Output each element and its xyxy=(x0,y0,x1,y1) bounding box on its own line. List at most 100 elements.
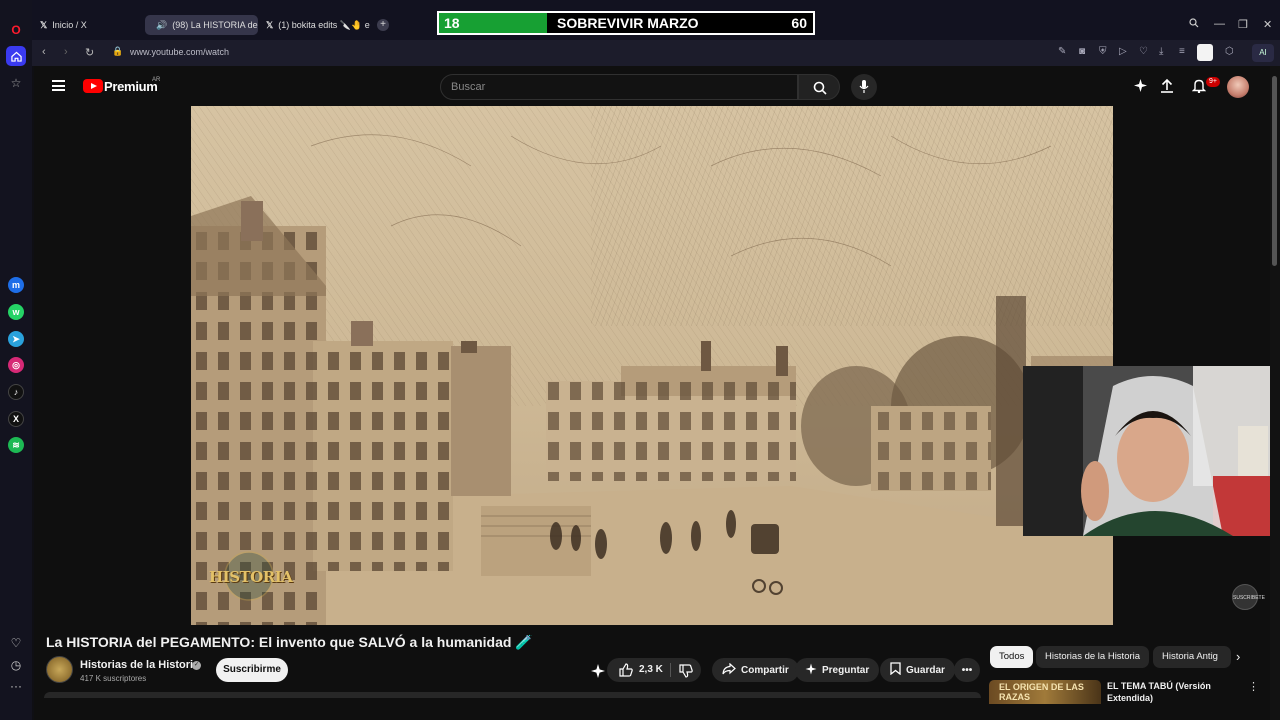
more-actions-button[interactable]: ••• xyxy=(954,658,980,682)
more-vertical-icon[interactable]: ⋮ xyxy=(1248,680,1259,693)
chip-historia-antigua[interactable]: Historia Antig xyxy=(1153,646,1231,668)
home-icon[interactable] xyxy=(6,46,26,66)
shield-icon[interactable]: ⛨ xyxy=(1099,46,1107,57)
share-label: Compartir xyxy=(741,664,789,676)
page-scrollbar[interactable] xyxy=(1270,66,1280,720)
search-input[interactable]: Buscar xyxy=(440,74,798,100)
tab-x-home[interactable]: 𝕏 Inicio / X xyxy=(34,15,139,35)
chip-channel[interactable]: Historias de la Historia xyxy=(1036,646,1150,668)
upload-icon[interactable] xyxy=(1160,78,1174,98)
country-code: AR xyxy=(152,77,161,83)
score-left: 18 xyxy=(444,15,460,31)
close-icon[interactable]: ✕ xyxy=(1263,18,1272,31)
tab-youtube-video[interactable]: 🔊 (98) La HISTORIA del PEGAMENTO xyxy=(145,15,258,35)
chevron-right-icon[interactable]: › xyxy=(1236,649,1240,664)
like-dislike-group: 2,3 K xyxy=(607,658,701,682)
ask-button[interactable]: Preguntar xyxy=(795,658,880,682)
send-icon[interactable]: ▷ xyxy=(1119,46,1127,57)
lock-icon: 🔒 xyxy=(112,46,124,56)
notifications-bell-icon[interactable] xyxy=(1191,78,1207,98)
reload-icon[interactable]: ↻ xyxy=(85,46,94,59)
forward-icon[interactable]: › xyxy=(64,46,68,58)
speaker-icon[interactable]: 🔊 xyxy=(156,20,167,31)
whatsapp-icon[interactable]: w xyxy=(8,304,24,320)
webcam-overlay xyxy=(1023,366,1280,536)
search-button[interactable] xyxy=(798,74,840,100)
recommendation-title[interactable]: EL TEMA TABÚ (Versión Extendida) xyxy=(1107,680,1237,704)
ai-sparkle-icon[interactable] xyxy=(590,663,606,684)
description-box[interactable] xyxy=(44,692,981,698)
opera-logo-icon[interactable]: O xyxy=(6,20,26,40)
more-horizontal-icon: ••• xyxy=(961,664,973,676)
like-count[interactable]: 2,3 K xyxy=(639,664,663,675)
dislike-icon[interactable] xyxy=(679,664,693,683)
cube-icon[interactable]: ⬡ xyxy=(1225,46,1234,57)
score-overlay: 18 SOBREVIVIR MARZO 60 xyxy=(437,11,815,35)
save-button[interactable]: Guardar xyxy=(880,658,955,682)
subscribe-button[interactable]: Suscribirme xyxy=(216,658,288,682)
heart-outline-icon[interactable]: ♡ xyxy=(1139,46,1148,57)
new-tab-button[interactable]: + xyxy=(377,19,389,31)
messenger-icon[interactable]: m xyxy=(8,277,24,293)
share-icon xyxy=(722,662,736,678)
url-field[interactable]: www.youtube.com/watch xyxy=(130,47,229,57)
youtube-logo-icon[interactable] xyxy=(83,79,103,93)
tiktok-icon[interactable]: ♪ xyxy=(8,384,24,400)
channel-name[interactable]: Historias de la Historia xyxy=(80,659,199,671)
bookmark-icon xyxy=(890,662,901,678)
more-icon[interactable]: ··· xyxy=(6,676,26,696)
tab-label: Inicio / X xyxy=(52,20,87,30)
restore-icon[interactable]: ❐ xyxy=(1238,18,1248,31)
screen: O ☆ m w ➤ ◎ ♪ X ≋ ♡ ◷ ··· 𝕏 Inicio / X 🔊… xyxy=(0,0,1280,720)
address-bar: ‹ › ↻ 🔒 www.youtube.com/watch ✎ ◙ ⛨ ▷ ♡ … xyxy=(32,40,1280,66)
youtube-header: Premium AR Buscar 9+ xyxy=(34,66,1270,106)
telegram-icon[interactable]: ➤ xyxy=(8,331,24,347)
profile-extension-icon[interactable] xyxy=(1197,44,1213,61)
scrollbar-thumb[interactable] xyxy=(1272,76,1277,266)
video-title: La HISTORIA del PEGAMENTO: El invento qu… xyxy=(46,634,533,650)
sparkle-icon xyxy=(805,663,817,678)
tab-x-bokita[interactable]: 𝕏 (1) bokita edits 🔪🤚 en X xyxy=(260,15,370,35)
back-icon[interactable]: ‹ xyxy=(42,46,46,58)
edit-icon[interactable]: ✎ xyxy=(1058,46,1066,57)
search-tabs-icon[interactable] xyxy=(1189,18,1199,31)
x-logo-icon: 𝕏 xyxy=(40,19,48,30)
menu-lines-icon[interactable]: ≡ xyxy=(1179,46,1185,57)
ask-label: Preguntar xyxy=(822,664,870,676)
youtube-premium-label[interactable]: Premium xyxy=(104,79,158,94)
subscribe-badge-icon: SUSCRIBETE xyxy=(1232,584,1265,610)
video-frame[interactable]: HISTORIA xyxy=(191,106,1113,625)
score-title: SOBREVIVIR MARZO xyxy=(557,15,699,31)
tab-label: (1) bokita edits 🔪🤚 en X xyxy=(278,19,370,30)
tab-label: (98) La HISTORIA del PEGAMENTO xyxy=(172,20,258,30)
chip-todos[interactable]: Todos xyxy=(990,646,1034,668)
notification-badge: 9+ xyxy=(1206,77,1220,87)
hamburger-menu-icon[interactable] xyxy=(52,80,65,91)
minimize-icon[interactable]: — xyxy=(1214,18,1225,30)
search-icon xyxy=(813,81,827,95)
instagram-icon[interactable]: ◎ xyxy=(8,357,24,373)
create-sparkle-icon[interactable] xyxy=(1133,78,1148,98)
like-icon[interactable] xyxy=(619,663,633,682)
spotify-icon[interactable]: ≋ xyxy=(8,437,24,453)
engraving-illustration xyxy=(191,106,1113,625)
browser-sidebar: O ☆ m w ➤ ◎ ♪ X ≋ ♡ ◷ ··· xyxy=(0,0,32,720)
microphone-icon xyxy=(859,80,869,93)
download-icon[interactable]: ⤓ xyxy=(1159,46,1163,57)
share-button[interactable]: Compartir xyxy=(712,658,799,682)
thumbnail-text: EL ORIGEN DE LAS RAZAS xyxy=(999,682,1084,702)
ai-button[interactable]: AI xyxy=(1252,44,1274,62)
like-divider xyxy=(670,663,671,677)
star-icon[interactable]: ☆ xyxy=(6,73,26,93)
x-icon[interactable]: X xyxy=(8,411,24,427)
channel-watermark-text: HISTORIA xyxy=(209,568,293,586)
channel-avatar[interactable] xyxy=(46,656,73,683)
recommendation-thumbnail[interactable]: EL ORIGEN DE LAS RAZAS xyxy=(989,680,1101,704)
camera-icon[interactable]: ◙ xyxy=(1079,46,1085,57)
voice-search-button[interactable] xyxy=(851,74,877,100)
score-right: 60 xyxy=(791,15,807,31)
user-avatar[interactable] xyxy=(1227,76,1249,98)
heart-icon[interactable]: ♡ xyxy=(6,633,26,653)
video-player[interactable]: HISTORIA SUSCRIBETE xyxy=(34,106,1280,625)
history-icon[interactable]: ◷ xyxy=(6,655,26,675)
